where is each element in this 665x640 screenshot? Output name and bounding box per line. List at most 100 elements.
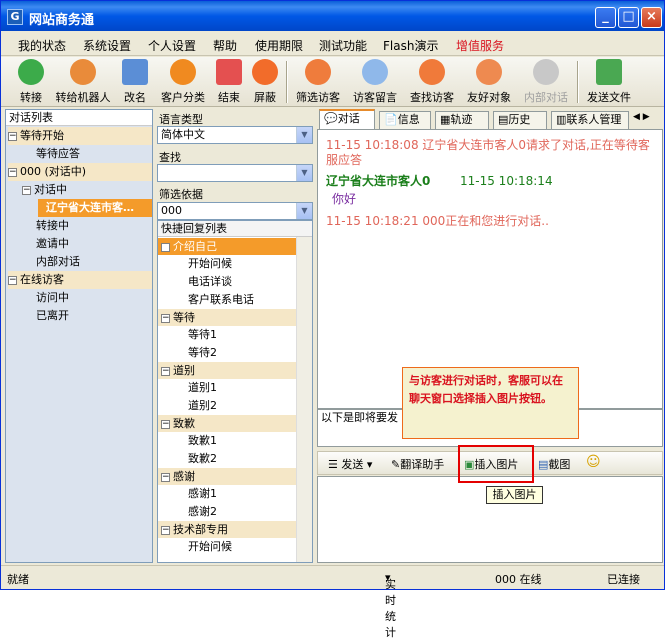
tree-group-chatting[interactable]: − 对话中 <box>22 181 67 199</box>
collapse-icon[interactable]: − <box>161 366 170 376</box>
tree-item-left[interactable]: 已离开 <box>36 307 69 325</box>
transfer-button[interactable]: 转接 <box>15 59 47 105</box>
main-window: G 网站商务通 _ □ × 我的状态 系统设置 个人设置 帮助 使用期限 测试功… <box>0 0 665 639</box>
quick-item[interactable]: 道别1 <box>188 379 217 397</box>
friend-icon <box>476 59 502 85</box>
transfer-robot-button[interactable]: 转给机器人 <box>51 59 115 105</box>
chevron-down-icon[interactable]: ▼ <box>296 203 312 219</box>
minimize-button[interactable]: _ <box>595 7 616 28</box>
send-icon: ☰ <box>328 458 338 471</box>
language-select[interactable]: 简体中文 ▼ <box>157 126 313 144</box>
maximize-button[interactable]: □ <box>618 7 639 28</box>
find-visitor-button[interactable]: 查找访客 <box>405 59 459 105</box>
track-icon: ▦ <box>440 113 451 126</box>
quick-group-intro[interactable]: − 介绍自己 <box>158 238 296 255</box>
tree-group-online-visitors[interactable]: − 在线访客 <box>8 271 152 289</box>
menu-value-added[interactable]: 增值服务 <box>456 37 504 54</box>
tab-contacts[interactable]: ▥联系人管理 <box>551 111 629 129</box>
collapse-icon[interactable]: − <box>161 313 170 323</box>
quick-item[interactable]: 道别2 <box>188 397 217 415</box>
tree-group-waiting[interactable]: − 等待开始 <box>8 127 152 145</box>
toolbar-separator <box>577 61 579 103</box>
quick-item[interactable]: 等待2 <box>188 344 217 362</box>
insert-image-tooltip: 插入图片 <box>486 486 543 504</box>
realtime-stats-dropdown[interactable]: 实时统计 ▾ <box>385 571 396 639</box>
quick-group-tech[interactable]: − 技术部专用 <box>158 521 296 538</box>
block-icon <box>252 59 278 85</box>
menu-bar: 我的状态 系统设置 个人设置 帮助 使用期限 测试功能 Flash演示 增值服务 <box>1 32 664 56</box>
send-button[interactable]: ☰ 发送 ▾ <box>328 456 372 472</box>
filter-visitor-icon <box>305 59 331 85</box>
collapse-icon[interactable]: − <box>161 472 170 482</box>
screenshot-icon: ▤ <box>538 458 549 471</box>
tree-item-visiting[interactable]: 访问中 <box>36 289 69 307</box>
visitor-message-button[interactable]: 访客留言 <box>348 59 402 105</box>
send-file-icon <box>596 59 622 85</box>
toolbar: 转接 转给机器人 改名 客户分类 结束 屏蔽 筛选访客 访客留言 查找访客 友好… <box>1 57 664 107</box>
quick-item[interactable]: 感谢1 <box>188 485 217 503</box>
filter-visitor-button[interactable]: 筛选访客 <box>291 59 345 105</box>
tree-item-waiting-reply[interactable]: 等待应答 <box>36 145 80 163</box>
quick-reply-header: 快捷回复列表 <box>158 221 312 237</box>
menu-license[interactable]: 使用期限 <box>255 37 303 54</box>
tree-item-internal-chat[interactable]: 内部对话 <box>36 253 80 271</box>
collapse-icon[interactable]: − <box>161 242 170 252</box>
internal-chat-button[interactable]: 内部对话 <box>519 59 573 105</box>
find-input[interactable]: ▼ <box>157 164 313 182</box>
menu-my-status[interactable]: 我的状态 <box>18 37 66 54</box>
quick-reply-scrollbar[interactable] <box>296 237 312 562</box>
menu-test[interactable]: 测试功能 <box>319 37 367 54</box>
screenshot-button[interactable]: ▤截图 <box>538 456 570 472</box>
system-message: 11-15 10:18:08 辽宁省大连市客人0请求了对话,正在等待客服应答 <box>326 138 650 167</box>
chat-tabs: 💬对话 📄信息 ▦轨迹 ▤历史 ▥联系人管理 ◀ ▶ <box>317 109 663 129</box>
quick-group-wait[interactable]: − 等待 <box>158 309 296 326</box>
visitor-message: 你好 <box>332 192 357 206</box>
chevron-down-icon[interactable]: ▼ <box>296 127 312 143</box>
quick-item[interactable]: 致歉2 <box>188 450 217 468</box>
internal-chat-icon <box>533 59 559 85</box>
menu-personal-settings[interactable]: 个人设置 <box>148 37 196 54</box>
tree-item-inviting[interactable]: 邀请中 <box>36 235 69 253</box>
quick-group-farewell[interactable]: − 道别 <box>158 362 296 379</box>
rename-button[interactable]: 改名 <box>119 59 151 105</box>
filter-select[interactable]: 000 ▼ <box>157 202 313 220</box>
collapse-icon[interactable]: − <box>8 131 17 141</box>
quick-item[interactable]: 感谢2 <box>188 503 217 521</box>
chevron-down-icon[interactable]: ▼ <box>296 165 312 181</box>
quick-item[interactable]: 开始问候 <box>188 538 232 556</box>
tab-chat[interactable]: 💬对话 <box>319 109 375 129</box>
block-button[interactable]: 屏蔽 <box>249 59 281 105</box>
quick-item[interactable]: 客户联系电话 <box>188 291 254 309</box>
menu-help[interactable]: 帮助 <box>213 37 237 54</box>
quick-reply-panel: 语言类型 简体中文 ▼ 查找 ▼ 筛选依据 000 ▼ 快捷回复列表 − 介绍自己 开… <box>155 109 315 563</box>
collapse-icon[interactable]: − <box>22 185 31 195</box>
translate-button[interactable]: ✎翻译助手 <box>391 456 444 472</box>
menu-system-settings[interactable]: 系统设置 <box>83 37 131 54</box>
quick-group-apology[interactable]: − 致歉 <box>158 415 296 432</box>
customer-category-button[interactable]: 客户分类 <box>155 59 211 105</box>
tab-history[interactable]: ▤历史 <box>493 111 547 129</box>
menu-flash-demo[interactable]: Flash演示 <box>383 37 438 54</box>
send-file-button[interactable]: 发送文件 <box>582 59 636 105</box>
friendly-object-button[interactable]: 友好对象 <box>462 59 516 105</box>
quick-item[interactable]: 电话详谈 <box>188 273 232 291</box>
tab-track[interactable]: ▦轨迹 <box>435 111 489 129</box>
quick-item[interactable]: 等待1 <box>188 326 217 344</box>
quick-group-thanks[interactable]: − 感谢 <box>158 468 296 485</box>
quick-reply-list: 快捷回复列表 − 介绍自己 开始问候 电话详谈 客户联系电话 − 等待 等待1 等待… <box>157 220 313 563</box>
collapse-icon[interactable]: − <box>161 419 170 429</box>
tab-info[interactable]: 📄信息 <box>379 111 431 129</box>
end-button[interactable]: 结束 <box>213 59 245 105</box>
close-button[interactable]: × <box>641 7 662 28</box>
collapse-icon[interactable]: − <box>161 525 170 535</box>
tree-item-transferring[interactable]: 转接中 <box>36 217 69 235</box>
tree-group-000[interactable]: −000 (对话中) <box>8 163 152 181</box>
tree-item-visitor-dalian[interactable]: 辽宁省大连市客… <box>38 199 152 217</box>
collapse-icon[interactable]: − <box>8 167 17 177</box>
app-logo-icon: G <box>7 9 23 25</box>
emoji-icon[interactable]: ☺ <box>586 454 601 470</box>
collapse-icon[interactable]: − <box>8 275 17 285</box>
tab-scroll-icon[interactable]: ◀ ▶ <box>633 112 650 122</box>
quick-item[interactable]: 开始问候 <box>188 255 232 273</box>
quick-item[interactable]: 致歉1 <box>188 432 217 450</box>
